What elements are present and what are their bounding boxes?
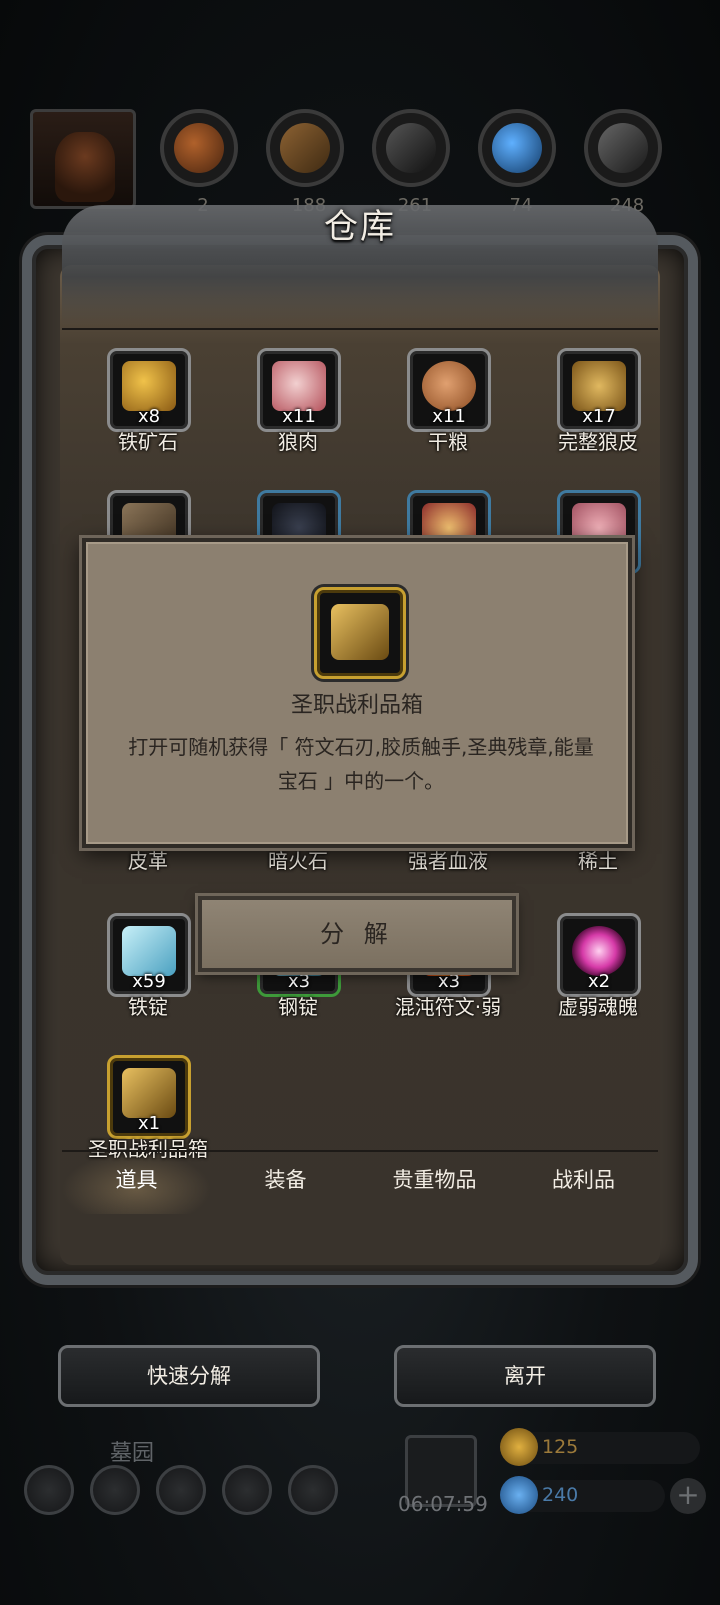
inventory-item[interactable]: x8 铁矿石 bbox=[73, 348, 223, 458]
item-name: 混沌符文·弱 bbox=[394, 995, 502, 1019]
item-name: 狼肉 bbox=[278, 430, 318, 454]
inventory-item[interactable]: x17 完整狼皮 bbox=[523, 348, 673, 458]
gem-icon bbox=[500, 1476, 538, 1514]
stone-resource-icon[interactable]: 248 bbox=[584, 109, 662, 216]
item-description: 打开可随机获得「 符文石刃,胶质触手,圣典残章,能量宝石 」中的一个。 bbox=[128, 735, 594, 793]
item-slot[interactable]: x2 bbox=[557, 913, 641, 997]
item-quantity: x3 bbox=[287, 971, 311, 992]
inventory-item[interactable]: x1 圣职战利品箱 bbox=[73, 1055, 223, 1165]
item-slot[interactable]: x8 bbox=[107, 348, 191, 432]
item-name: 完整狼皮 bbox=[558, 430, 638, 454]
tab-loot[interactable]: 战利品 bbox=[509, 1164, 658, 1194]
panel-title: 仓库 bbox=[324, 207, 396, 247]
ration-icon bbox=[422, 361, 476, 411]
item-name: 虚弱魂魄 bbox=[558, 995, 638, 1019]
category-tabs: 道具 装备 贵重物品 战利品 bbox=[62, 1150, 658, 1214]
item-name: 暗火石 bbox=[268, 849, 328, 873]
item-name: 铁矿石 bbox=[118, 430, 178, 454]
item-quantity: x1 bbox=[137, 1113, 161, 1134]
weak-soul-icon bbox=[572, 926, 626, 976]
item-title: 圣职战利品箱 bbox=[290, 693, 423, 718]
item-slot[interactable]: x59 bbox=[107, 913, 191, 997]
item-name: 干粮 bbox=[428, 430, 468, 454]
gift-timer: 06:07:59 bbox=[398, 1492, 488, 1516]
item-quantity: x17 bbox=[582, 406, 616, 427]
wolf-meat-icon bbox=[272, 361, 326, 411]
location-label: 墓园 bbox=[110, 1441, 155, 1466]
item-name: 皮革 bbox=[128, 849, 168, 873]
wood-resource-icon[interactable]: 188 bbox=[266, 109, 344, 216]
item-quantity: x2 bbox=[587, 971, 611, 992]
decompose-button[interactable]: 分 解 bbox=[198, 896, 516, 972]
gold-value: 125 bbox=[542, 1436, 579, 1458]
tab-items[interactable]: 道具 bbox=[62, 1164, 211, 1194]
item-name: 稀土 bbox=[578, 849, 618, 873]
item-name: 强者血液 bbox=[408, 849, 488, 873]
item-name: 铁锭 bbox=[128, 995, 168, 1019]
tab-equipment[interactable]: 装备 bbox=[211, 1164, 360, 1194]
item-slot[interactable]: x1 bbox=[107, 1055, 191, 1139]
iron-ore-icon bbox=[122, 361, 176, 411]
item-slot[interactable]: x17 bbox=[557, 348, 641, 432]
item-quantity: x11 bbox=[432, 406, 466, 427]
item-quantity: x8 bbox=[137, 406, 161, 427]
item-detail-popup: 圣职战利品箱 打开可随机获得「 符文石刃,胶质触手,圣典残章,能量宝石 」中的一… bbox=[82, 538, 632, 848]
item-slot[interactable]: x11 bbox=[407, 348, 491, 432]
iron-ingot-icon bbox=[122, 926, 176, 976]
iron-resource-icon[interactable]: 261 bbox=[372, 109, 450, 216]
treasure-chest-icon bbox=[331, 604, 389, 660]
crystal-resource-icon[interactable]: 74 bbox=[478, 109, 556, 216]
item-slot[interactable]: x11 bbox=[257, 348, 341, 432]
hooded-figure-icon bbox=[55, 132, 115, 202]
gold-coin-icon bbox=[500, 1428, 538, 1466]
divider bbox=[62, 328, 658, 330]
tab-valuables[interactable]: 贵重物品 bbox=[360, 1164, 509, 1194]
item-slot bbox=[314, 587, 406, 679]
item-quantity: x11 bbox=[282, 406, 316, 427]
inventory-item[interactable]: x2 虚弱魂魄 bbox=[523, 913, 673, 1023]
item-name: 钢锭 bbox=[278, 995, 318, 1019]
gem-counter: 240 bbox=[500, 1476, 665, 1514]
map-icon[interactable] bbox=[156, 1465, 206, 1515]
treasure-chest-icon bbox=[122, 1068, 176, 1118]
item-quantity: x3 bbox=[437, 971, 461, 992]
gold-counter: 125 bbox=[500, 1428, 700, 1466]
quick-decompose-button[interactable]: 快速分解 bbox=[58, 1345, 320, 1407]
gem-value: 240 bbox=[542, 1484, 579, 1506]
settings-icon[interactable] bbox=[24, 1465, 74, 1515]
item-quantity: x59 bbox=[132, 971, 166, 992]
box-icon[interactable] bbox=[288, 1465, 338, 1515]
inventory-item[interactable]: x11 狼肉 bbox=[223, 348, 373, 458]
achievement-icon[interactable] bbox=[90, 1465, 140, 1515]
scroll-icon[interactable] bbox=[222, 1465, 272, 1515]
inventory-item[interactable]: x11 干粮 bbox=[373, 348, 523, 458]
wolf-pelt-icon bbox=[572, 361, 626, 411]
player-portrait[interactable] bbox=[30, 109, 136, 209]
leave-button[interactable]: 离开 bbox=[394, 1345, 656, 1407]
add-currency-button[interactable]: + bbox=[670, 1478, 706, 1514]
meat-resource-icon[interactable]: 2 bbox=[160, 109, 238, 216]
